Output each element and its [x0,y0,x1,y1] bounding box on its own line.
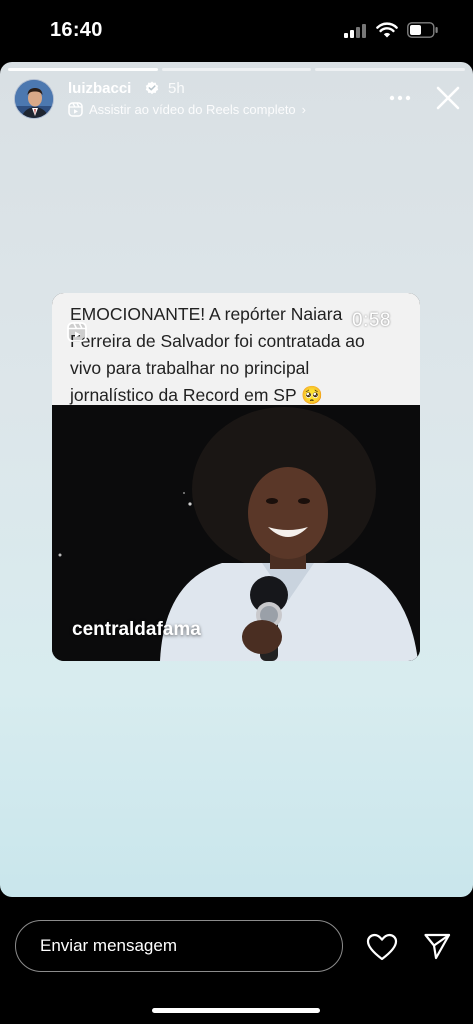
bottom-bar [0,897,473,1024]
story-progress-bar [8,68,466,71]
caption-line: vivo para trabalhar no principal [70,358,310,378]
progress-segment [161,68,312,71]
wifi-icon [376,22,398,38]
progress-segment [315,68,466,71]
send-message-input[interactable] [15,920,343,972]
status-bar: 16:40 [0,0,473,62]
reel-watermark: centraldafama [72,619,201,640]
home-indicator [152,1008,320,1013]
verified-badge-icon [145,81,159,95]
watch-full-reel-link[interactable]: Assistir ao vídeo do Reels completo › [68,102,306,117]
chevron-right-icon: › [301,102,306,117]
story-username[interactable]: luizbacci [68,80,131,97]
close-icon[interactable] [434,84,462,112]
signal-icon [344,24,370,38]
story-viewer[interactable]: luizbacci 5h Assistir ao vídeo do Reels … [0,62,473,897]
send-icon[interactable] [423,932,451,960]
more-options-icon[interactable] [388,88,412,108]
status-time: 16:40 [50,19,103,41]
progress-segment [8,68,158,71]
caption-line: Ferreira de Salvador foi contratada ao [70,331,365,351]
heart-icon[interactable] [366,933,398,961]
watch-full-reel-label: Assistir ao vídeo do Reels completo [89,102,296,117]
avatar[interactable] [14,79,54,119]
reels-badge-icon [67,322,87,342]
battery-icon [407,22,438,38]
reels-icon [68,102,83,117]
shared-reel-card[interactable]: EMOCIONANTE! A repórter Naiara Ferreira … [52,293,420,661]
avatar-image [15,80,53,118]
story-time-ago: 5h [168,80,185,97]
reel-duration: 0:58 [352,310,391,331]
